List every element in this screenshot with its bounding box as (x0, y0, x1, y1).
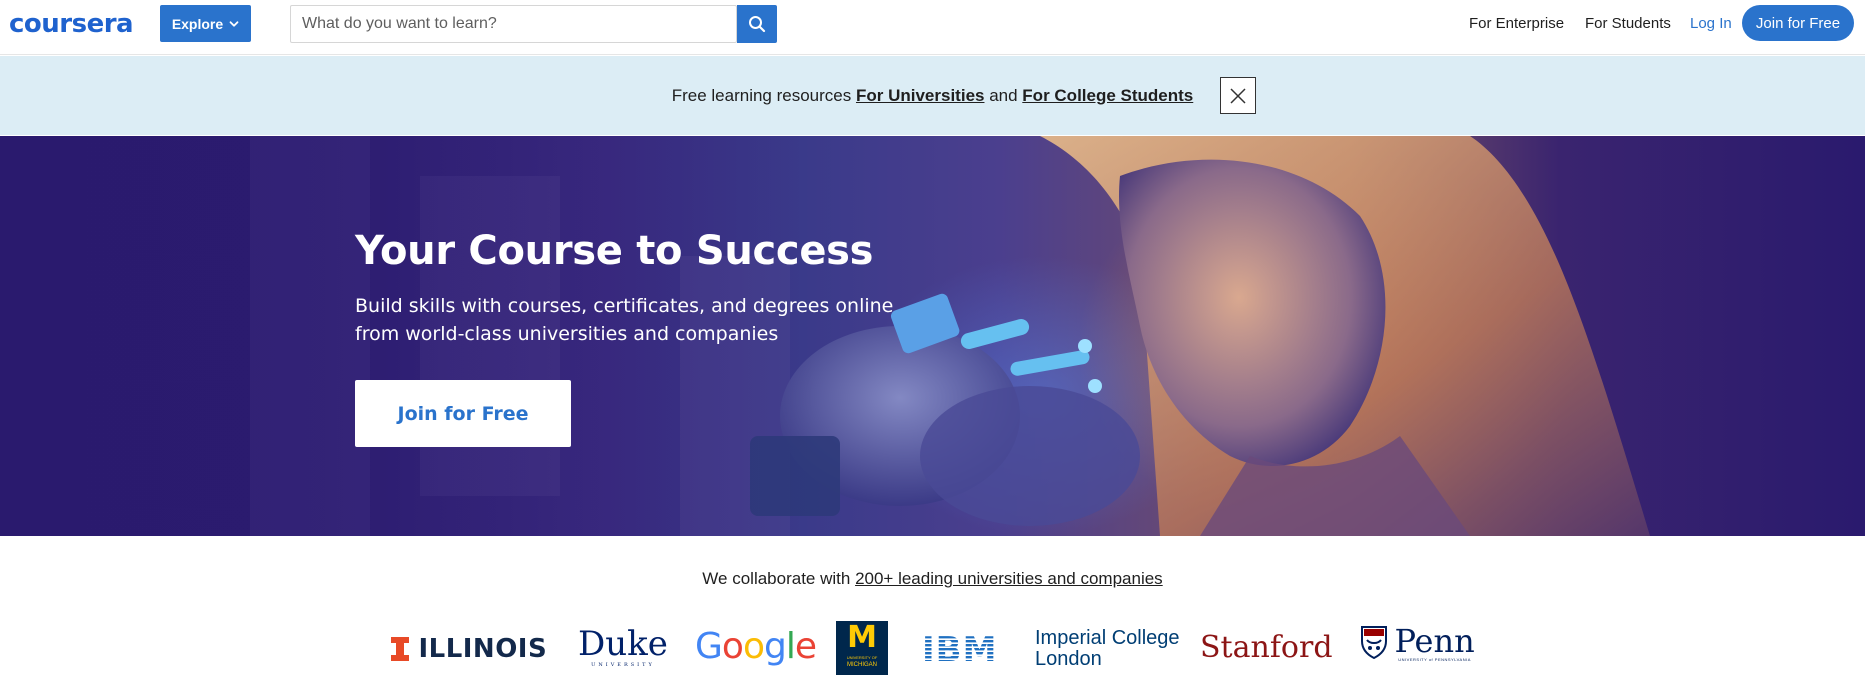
google-letter-g: G (695, 626, 723, 667)
for-universities-link[interactable]: For Universities (856, 86, 985, 105)
hero-section: Your Course to Success Build skills with… (0, 136, 1865, 536)
hero-subtitle: Build skills with courses, certificates,… (355, 295, 894, 345)
for-college-students-link[interactable]: For College Students (1022, 86, 1193, 105)
promo-banner: Free learning resources For Universities… (0, 56, 1865, 135)
hero-join-for-free-button[interactable]: Join for Free (355, 380, 571, 447)
penn-logo: Penn UNIVERSITY of PENNSYLVANIA (1360, 625, 1475, 662)
close-icon (1230, 87, 1246, 104)
log-in-link[interactable]: Log In (1690, 15, 1732, 32)
google-letter-o2: o (742, 626, 765, 667)
penn-text: Penn UNIVERSITY of PENNSYLVANIA (1394, 625, 1474, 662)
hero-title: Your Course to Success (355, 228, 874, 274)
stanford-logo: Stanford (1200, 630, 1333, 665)
ibm-logo: IBM (922, 630, 1002, 670)
google-letter-e: e (794, 626, 817, 667)
chevron-down-icon (229, 20, 239, 27)
illinois-block-i-icon (391, 637, 409, 661)
explore-label: Explore (171, 15, 224, 32)
imperial-line-2: London (1035, 648, 1102, 670)
top-nav: coursera Explore For Enterprise For Stud… (0, 0, 1865, 55)
michigan-subtitle-2: MICHIGAN (847, 662, 877, 668)
collaboration-prefix: We collaborate with (702, 569, 856, 588)
banner-message: Free learning resources For Universities… (0, 86, 1865, 106)
michigan-block-m: M (847, 620, 877, 655)
partners-link[interactable]: 200+ leading universities and companies (855, 569, 1163, 588)
duke-logo: Duke UNIVERSITY (578, 626, 668, 668)
duke-subtitle: UNIVERSITY (591, 662, 655, 668)
google-letter-g2: g (763, 626, 787, 667)
ibm-wordmark: IBM (922, 632, 997, 664)
partner-logos: ILLINOIS Duke UNIVERSITY Google M UNIVER… (0, 620, 1865, 690)
explore-button[interactable]: Explore (160, 5, 251, 42)
imperial-line-1: Imperial College (1035, 627, 1180, 649)
ibm-striped-icon: IBM (922, 630, 997, 670)
penn-subtitle: UNIVERSITY of PENNSYLVANIA (1398, 657, 1471, 662)
search-box (290, 5, 738, 43)
banner-prefix: Free learning resources (671, 86, 856, 105)
illinois-logo: ILLINOIS (390, 634, 547, 664)
hero-photo (0, 136, 1650, 536)
imperial-college-logo: Imperial College London (1035, 628, 1180, 670)
join-for-free-button[interactable]: Join for Free (1742, 5, 1854, 41)
google-letter-l: l (785, 626, 796, 667)
for-students-link[interactable]: For Students (1585, 15, 1671, 32)
search-input[interactable] (291, 6, 738, 42)
coursera-logo[interactable]: coursera (9, 9, 134, 39)
search-icon (749, 16, 766, 33)
google-logo: Google (695, 626, 817, 667)
duke-wordmark: Duke (578, 624, 668, 664)
penn-shield-icon (1361, 626, 1387, 660)
banner-and: and (984, 86, 1023, 105)
penn-wordmark: Penn (1394, 622, 1475, 660)
illinois-wordmark: ILLINOIS (418, 634, 548, 664)
for-enterprise-link[interactable]: For Enterprise (1469, 15, 1564, 32)
google-letter-o1: o (721, 626, 744, 667)
collaboration-text: We collaborate with 200+ leading univers… (0, 569, 1865, 589)
search-button[interactable] (737, 5, 777, 43)
banner-close-button[interactable] (1220, 77, 1256, 114)
michigan-logo: M UNIVERSITY OF MICHIGAN (836, 621, 888, 675)
